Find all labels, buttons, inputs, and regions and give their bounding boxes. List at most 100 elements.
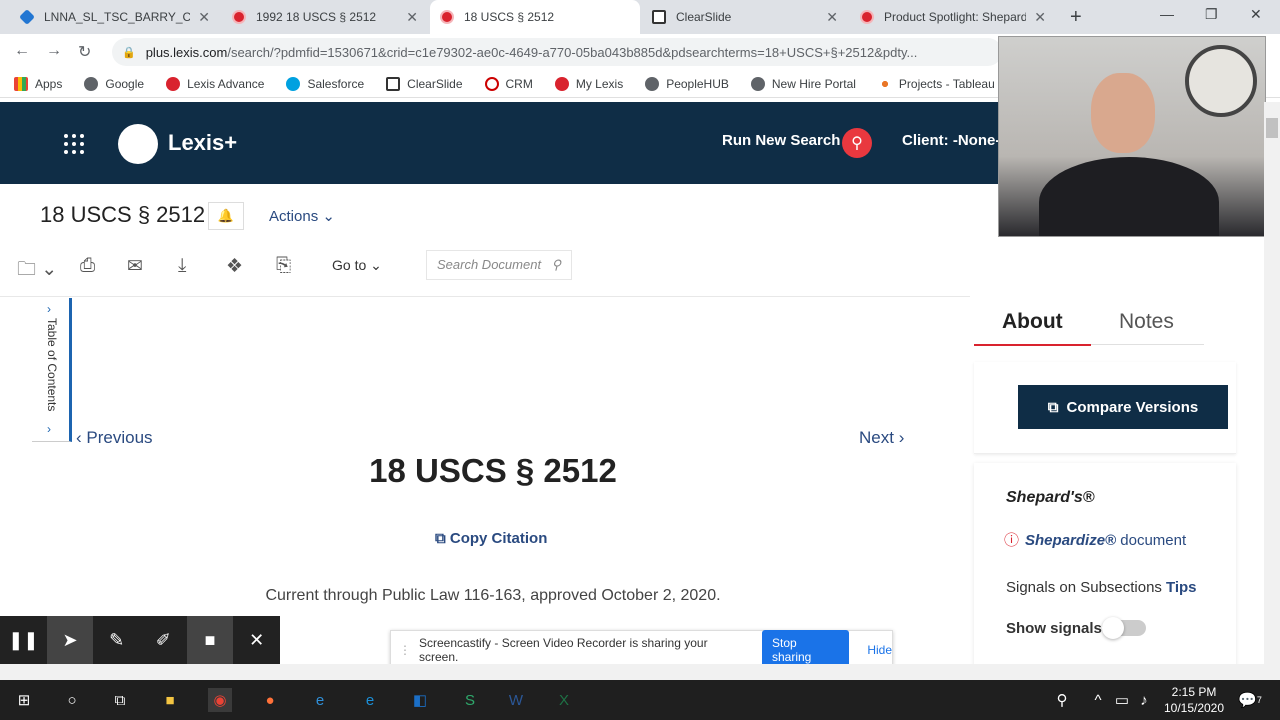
download-icon[interactable]: ⤓ xyxy=(178,255,186,277)
chevron-down-icon: ⌄ xyxy=(322,208,335,225)
bookmark-new-hire-portal[interactable]: New Hire Portal xyxy=(750,76,856,91)
share-message: Screencastify - Screen Video Recorder is… xyxy=(419,636,708,664)
app-icon[interactable]: S xyxy=(458,688,482,712)
salesforce-cloud-icon xyxy=(286,76,301,91)
bookmark-google[interactable]: Google xyxy=(84,76,144,91)
tab-title: ClearSlide xyxy=(676,10,732,24)
camera-icon[interactable]: ■ xyxy=(186,616,234,664)
shepards-card: Shepard's® ⓘ Shepardize® document Signals… xyxy=(974,463,1236,668)
next-link[interactable]: Next › xyxy=(859,428,904,448)
forward-arrow-icon[interactable]: → xyxy=(46,42,62,60)
browser-tab[interactable]: LNNA_SL_TSC_BARRY_C_OF ✕ xyxy=(10,0,220,34)
volume-icon[interactable]: ♪ xyxy=(1132,688,1156,712)
minimize-icon[interactable]: — xyxy=(1160,6,1174,22)
close-icon[interactable]: ✕ xyxy=(406,9,418,26)
window-close-icon[interactable]: ✕ xyxy=(1250,6,1262,23)
word-icon[interactable]: W xyxy=(504,688,528,712)
search-icon[interactable]: ⚲ xyxy=(551,257,561,273)
bookmark-crm[interactable]: CRM xyxy=(484,76,533,91)
run-new-search-button[interactable]: Run New Search xyxy=(722,132,840,149)
folder-icon[interactable]: 🗀 ⌄ xyxy=(17,255,57,287)
signals-row: Signals on Subsections Tips xyxy=(1006,579,1197,596)
chevron-right-icon[interactable]: › xyxy=(47,302,51,316)
new-tab-plus-icon[interactable]: + xyxy=(1070,6,1082,29)
bookmark-tableau[interactable]: Projects - Tableau S... xyxy=(877,76,1016,91)
browser-tab[interactable]: ClearSlide ✕ xyxy=(642,0,848,34)
edge-icon[interactable]: e xyxy=(358,688,382,712)
task-view-icon[interactable]: ⧉ xyxy=(108,688,132,712)
active-tab-indicator xyxy=(974,344,1091,346)
close-icon[interactable]: ✕ xyxy=(198,9,210,26)
excel-icon[interactable]: X xyxy=(552,688,576,712)
restore-icon[interactable]: ❐ xyxy=(1205,6,1218,23)
bookmark-my-lexis[interactable]: My Lexis xyxy=(554,76,623,91)
previous-link[interactable]: ‹ Previous xyxy=(76,428,153,448)
currency-statement: Current through Public Law 116-163, appr… xyxy=(265,587,721,604)
pause-icon[interactable]: ❚❚ xyxy=(0,616,47,664)
outlook-icon[interactable]: ◧ xyxy=(408,688,432,712)
email-icon[interactable]: ✉ xyxy=(127,255,143,278)
search-document-input[interactable]: Search Document ⚲ xyxy=(426,250,572,280)
globe-icon xyxy=(750,76,765,91)
compare-versions-button[interactable]: ⧉ Compare Versions xyxy=(1018,385,1228,429)
windows-start-icon[interactable]: ⊞ xyxy=(12,688,36,712)
windows-taskbar: ⊞ ○ ⧉ ■ ◉ ● e e ◧ S W X ⚲ ^ ▭ ♪ 2:15 PM … xyxy=(0,680,1280,720)
reload-icon[interactable]: ↻ xyxy=(78,42,91,62)
vertical-scrollbar[interactable] xyxy=(1264,102,1280,680)
actions-menu[interactable]: Actions ⌄ xyxy=(269,207,335,225)
bookmark-peoplehub[interactable]: PeopleHUB xyxy=(645,76,729,91)
go-to-menu[interactable]: Go to ⌄ xyxy=(332,257,382,274)
people-icon[interactable]: ⚲ xyxy=(1050,688,1074,712)
shepardize-link[interactable]: ⓘ Shepardize® document xyxy=(1004,529,1186,550)
close-icon[interactable]: ✕ xyxy=(826,9,838,26)
show-signals-toggle[interactable] xyxy=(1102,617,1146,639)
search-icon[interactable]: ⚲ xyxy=(842,128,872,158)
close-icon[interactable]: ✕ xyxy=(1034,9,1046,26)
copy-citation-link[interactable]: ⧉ Copy Citation xyxy=(435,530,547,547)
browser-tab[interactable]: 1992 18 USCS § 2512 ✕ xyxy=(222,0,428,34)
app-grid-icon[interactable] xyxy=(64,134,84,154)
dropbox-icon[interactable]: ❖ xyxy=(226,255,243,278)
internet-explorer-icon[interactable]: e xyxy=(308,688,332,712)
document-map-icon[interactable]: ⎘ xyxy=(276,255,291,277)
scrollbar-thumb[interactable] xyxy=(1266,118,1278,138)
cursor-icon[interactable]: ➤ xyxy=(46,616,94,664)
table-of-contents-toggle[interactable]: Table of Contents xyxy=(43,318,59,420)
system-clock[interactable]: 2:15 PM 10/15/2020 xyxy=(1158,684,1230,716)
url-path: /search/?pdmfid=1530671&crid=c1e79302-ae… xyxy=(227,44,918,60)
client-selector[interactable]: Client: -None- xyxy=(902,132,1000,149)
bookmark-clearslide[interactable]: ClearSlide xyxy=(386,76,463,91)
back-arrow-icon[interactable]: ← xyxy=(14,42,30,60)
close-icon[interactable]: ✕ xyxy=(233,616,280,664)
pen-icon[interactable]: ✎ xyxy=(93,616,140,664)
tab-about[interactable]: About xyxy=(1002,310,1063,334)
bell-icon[interactable]: 🔔 xyxy=(208,202,244,230)
highlighter-icon[interactable]: ✐ xyxy=(140,616,187,664)
bookmark-apps[interactable]: Apps xyxy=(14,76,62,91)
firefox-icon[interactable]: ● xyxy=(258,688,282,712)
browser-tab-active[interactable]: 18 USCS § 2512 xyxy=(430,0,640,34)
address-bar[interactable]: 🔒 plus.lexis.com/search/?pdmfid=1530671&… xyxy=(112,38,1002,66)
tips-link[interactable]: Tips xyxy=(1166,579,1197,596)
cortana-icon[interactable]: ○ xyxy=(60,688,84,712)
drag-handle-icon[interactable]: ⋮ xyxy=(399,643,411,657)
print-icon[interactable]: ⎙ xyxy=(80,255,95,277)
browser-tab[interactable]: Product Spotlight: Shepard ✕ xyxy=(850,0,1056,34)
compare-icon: ⧉ xyxy=(1047,398,1059,416)
chevron-left-icon: ‹ xyxy=(76,428,82,447)
horizontal-scrollbar[interactable] xyxy=(0,664,1264,680)
tab-notes[interactable]: Notes xyxy=(1119,310,1174,334)
battery-icon[interactable]: ▭ xyxy=(1110,688,1134,712)
chevron-up-icon[interactable]: ^ xyxy=(1086,688,1110,712)
notifications-icon[interactable]: 💬 7 xyxy=(1238,688,1262,712)
bookmark-lexis-advance[interactable]: Lexis Advance xyxy=(166,76,264,91)
lock-icon: 🔒 xyxy=(122,46,136,59)
chevron-down-icon: ⌄ xyxy=(370,257,382,273)
chrome-icon[interactable]: ◉ xyxy=(208,688,232,712)
lexis-logo-icon xyxy=(118,124,158,164)
bookmark-salesforce[interactable]: Salesforce xyxy=(286,76,364,91)
hide-button[interactable]: Hide xyxy=(867,643,892,657)
file-explorer-icon[interactable]: ■ xyxy=(158,688,182,712)
lexis-logo-text[interactable]: Lexis+ xyxy=(168,130,237,156)
chevron-right-icon[interactable]: › xyxy=(47,422,51,436)
